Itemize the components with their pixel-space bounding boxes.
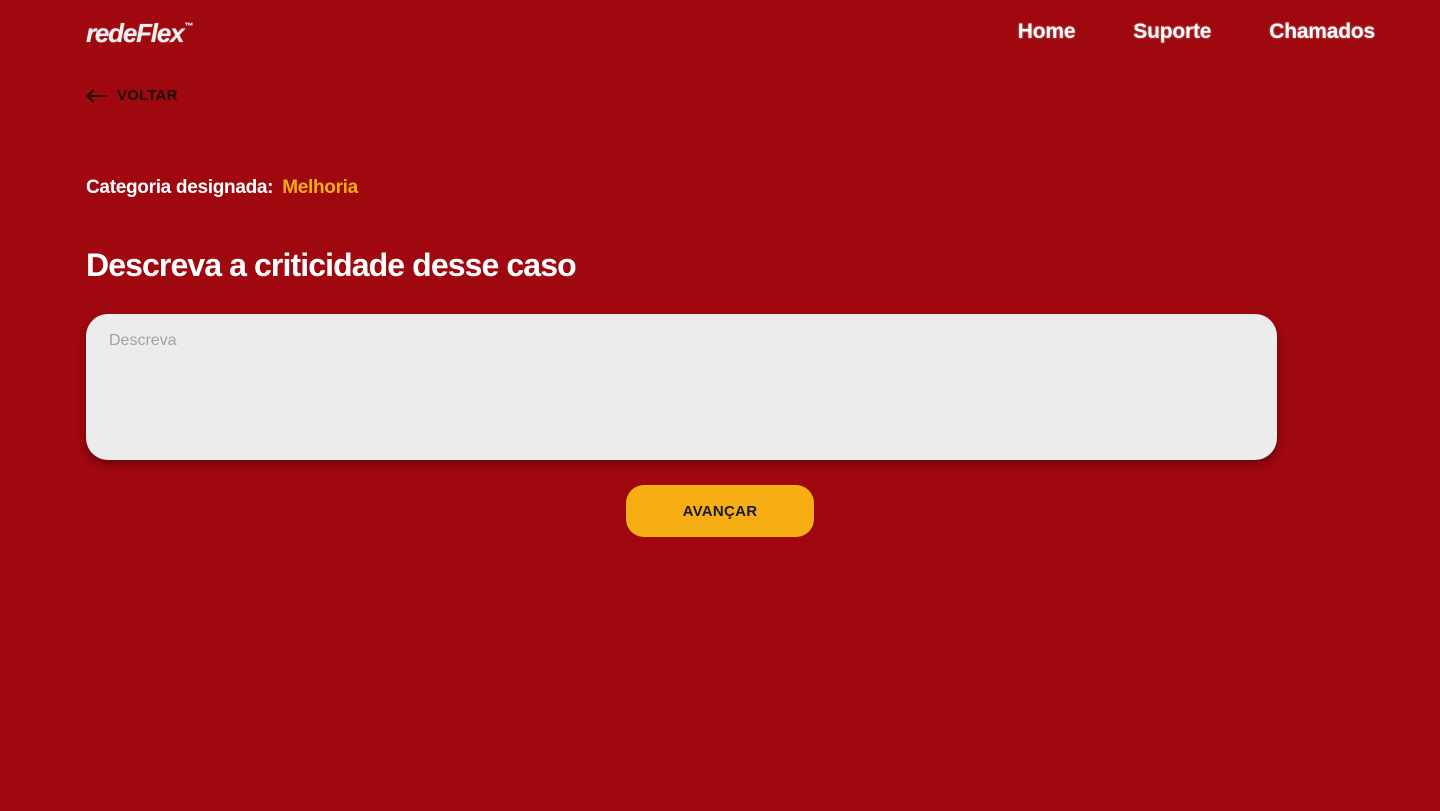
description-textarea[interactable]: [86, 314, 1277, 460]
back-button[interactable]: VOLTAR: [86, 87, 178, 104]
category-line: Categoria designada: Melhoria: [86, 177, 358, 199]
back-label: VOLTAR: [117, 87, 178, 104]
page-title: Descreva a criticidade desse caso: [86, 247, 577, 283]
arrow-left-icon: [86, 88, 107, 103]
brand-logo[interactable]: redeFlex ™: [86, 18, 193, 48]
category-value: Melhoria: [282, 177, 358, 198]
category-label: Categoria designada:: [86, 177, 274, 198]
logo-trademark: ™: [184, 21, 194, 31]
logo-text: redeFlex: [86, 18, 185, 48]
advance-button[interactable]: AVANÇAR: [626, 485, 814, 537]
top-nav: Home Suporte Chamados: [1018, 20, 1375, 44]
nav-home-link[interactable]: Home: [1018, 20, 1076, 44]
nav-tickets-link[interactable]: Chamados: [1269, 20, 1375, 44]
nav-support-link[interactable]: Suporte: [1133, 20, 1211, 44]
page: redeFlex ™ Home Suporte Chamados VOLTAR …: [0, 0, 1440, 811]
